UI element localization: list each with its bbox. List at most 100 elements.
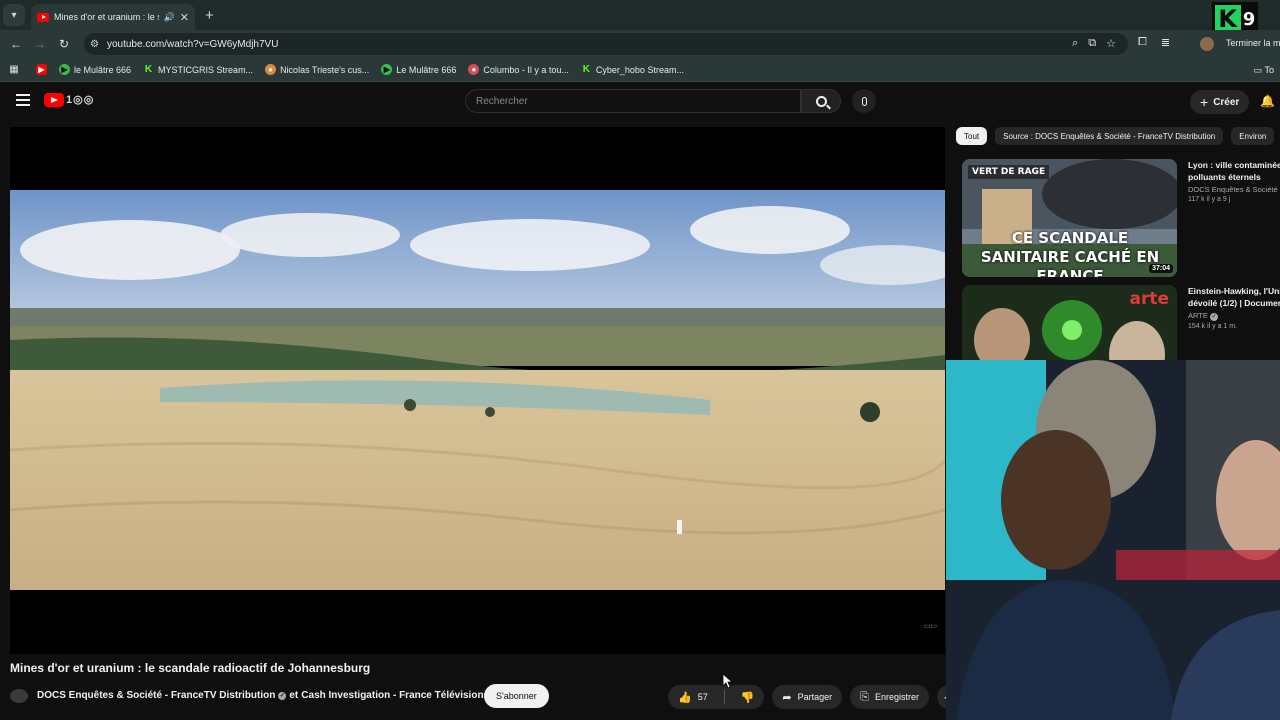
reload-icon[interactable]: ↻ <box>52 37 76 51</box>
save-button[interactable]: ⎘ Enregistrer <box>850 685 929 709</box>
recommendation-title-line2[interactable]: polluants éternels <box>1188 171 1280 183</box>
dislike-button[interactable]: 👎 <box>731 685 765 709</box>
verified-icon: ✓ <box>278 691 287 700</box>
recommendation-meta: Lyon : ville contaminée polluants éterne… <box>1188 159 1280 203</box>
channel-name: ARTE <box>1188 311 1208 320</box>
bookmark-label: Le Mulâtre 666 <box>396 64 457 75</box>
media-controls-icon[interactable]: ≣ <box>1161 36 1170 49</box>
bookmark-4[interactable]: ▶ Le Mulâtre 666 <box>381 64 456 75</box>
kick-icon: K <box>144 64 153 75</box>
filter-chips: Tout Source : DOCS Enquêtes & Société - … <box>956 127 1275 145</box>
chip-all[interactable]: Tout <box>956 127 988 145</box>
profile-avatar[interactable] <box>1200 37 1214 51</box>
chip-environ[interactable]: Environ <box>1231 127 1275 145</box>
subscribe-button[interactable]: S'abonner <box>484 684 549 708</box>
recommendation-1[interactable]: VERT DE RAGE CE SCANDALE SANITAIRE CACHÉ… <box>962 159 1280 277</box>
extensions-icon[interactable]: ⧠ <box>1138 36 1147 49</box>
video-watermark: ▭▭ <box>923 623 937 630</box>
recommendation-title-line2[interactable]: dévoilé (1/2) | Documen <box>1188 297 1280 309</box>
duration-badge: 37:04 <box>1149 264 1173 273</box>
landscape-image <box>10 190 945 590</box>
bookmark-2[interactable]: K MYSTICGRIS Stream... <box>143 64 253 75</box>
recommendation-title-line1[interactable]: Lyon : ville contaminée <box>1188 159 1280 171</box>
plus-icon: + <box>1200 94 1209 110</box>
youtube-logo-icon[interactable] <box>44 93 64 107</box>
browser-tab-active[interactable]: Mines d'or et uranium : le s 🔊 ✕ <box>31 4 195 30</box>
play-icon: ▶ <box>59 64 70 75</box>
bookmark-icon: ⎘ <box>860 690 869 703</box>
search-box <box>465 89 801 113</box>
youtube-icon: ▶ <box>36 64 47 75</box>
bookmark-1[interactable]: ▶ le Mulâtre 666 <box>59 64 131 75</box>
like-dislike-group: 👍 57 👎 <box>668 685 765 709</box>
notifications-bell-icon[interactable]: 🔔 <box>1260 94 1275 108</box>
bookmark-6[interactable]: K Cyber_hobo Stream... <box>581 64 684 75</box>
channel-avatar[interactable] <box>10 689 28 703</box>
recommendation-channel[interactable]: DOCS Enquêtes & Société - <box>1188 185 1280 194</box>
create-label: Créer <box>1213 96 1240 108</box>
like-button[interactable]: 👍 57 <box>668 685 718 709</box>
recommendation-channel[interactable]: ARTE ✓ <box>1188 311 1280 321</box>
logo-doodle[interactable]: 1◎◎ <box>66 93 94 106</box>
bookmark-star-icon[interactable]: ☆ <box>1106 37 1116 50</box>
thumbnail-tag: VERT DE RAGE <box>968 165 1050 179</box>
thumbs-down-icon: 👎 <box>740 691 755 704</box>
bookmark-folder[interactable]: ▭ To <box>1254 65 1274 76</box>
bookmarks-bar: ▦ ▶ ▶ le Mulâtre 666 K MYSTICGRIS Stream..… <box>0 58 1280 82</box>
recommendation-thumbnail[interactable]: VERT DE RAGE CE SCANDALE SANITAIRE CACHÉ… <box>962 159 1177 277</box>
browser-tab-strip: ▾ Mines d'or et uranium : le s 🔊 ✕ + <box>0 0 1280 30</box>
video-title: Mines d'or et uranium : le scandale radi… <box>10 661 371 675</box>
finish-update-button[interactable]: Terminer la m <box>1226 38 1280 48</box>
chip-source[interactable]: Source : DOCS Enquêtes & Société - Franc… <box>995 127 1224 145</box>
install-app-icon[interactable]: ⧉ <box>1088 37 1096 50</box>
channel-name-1[interactable]: DOCS Enquêtes & Société - FranceTV Distr… <box>37 690 275 701</box>
channel-names: DOCS Enquêtes & Société - FranceTV Distr… <box>37 690 501 701</box>
recommendation-stats: 117 k il y a 9 j <box>1188 196 1231 203</box>
search-input[interactable] <box>476 95 800 107</box>
like-divider <box>723 690 725 704</box>
recommendation-title-line1[interactable]: Einstein-Hawking, l'Univ <box>1188 285 1280 297</box>
thumbnail-caption: CE SCANDALE SANITAIRE CACHÉ EN FRANCE <box>980 229 1160 277</box>
tab-search-button[interactable]: ▾ <box>3 4 25 26</box>
bookmark-label: Nicolas Trieste's cus... <box>280 64 370 75</box>
address-bar[interactable]: ⚙ youtube.com/watch?v=GW6yMdjh7VU ⌕ ⧉ ☆ <box>84 33 1128 55</box>
bookmark-3[interactable]: ● Nicolas Trieste's cus... <box>265 64 369 75</box>
bookmark-0[interactable]: ▶ <box>36 64 47 75</box>
url-text: youtube.com/watch?v=GW6yMdjh7VU <box>106 38 279 50</box>
cursor-arrow-icon <box>722 673 734 689</box>
video-actions: 👍57 👎 ➦Partager ⎘Enregistrer ⋯ <box>668 685 961 709</box>
new-tab-button[interactable]: + <box>205 7 214 24</box>
folder-icon: ▭ <box>1253 65 1263 75</box>
arte-logo: arte <box>1129 289 1169 309</box>
search-icon <box>815 95 827 107</box>
channel-name-2[interactable]: Cash Investigation - France Télévisions <box>301 690 489 701</box>
verified-icon: ✓ <box>1209 313 1218 321</box>
menu-icon[interactable] <box>16 94 30 106</box>
channel-joiner: et <box>289 690 299 701</box>
chevron-down-icon: ▾ <box>11 9 17 21</box>
bookmark-label: Columbo - Il y a tou... <box>483 64 569 75</box>
share-icon: ➦ <box>782 691 792 704</box>
bookmark-5[interactable]: ● Columbo - Il y a tou... <box>468 64 569 75</box>
video-frame <box>10 190 945 590</box>
microphone-icon <box>861 96 867 106</box>
search-button[interactable] <box>801 89 841 113</box>
create-button[interactable]: + Créer <box>1190 90 1250 114</box>
webcam-overlay <box>946 360 1280 720</box>
bookmark-label: MYSTICGRIS Stream... <box>158 64 254 75</box>
zoom-icon[interactable]: ⌕ <box>1072 37 1078 50</box>
apps-grid-icon[interactable]: ▦ <box>0 64 28 75</box>
speaker-icon[interactable]: 🔊 <box>164 12 175 23</box>
site-settings-icon[interactable]: ⚙ <box>90 39 99 50</box>
share-button[interactable]: ➦ Partager <box>772 685 843 709</box>
back-arrow-icon[interactable]: ← <box>4 37 28 51</box>
thumbs-up-icon: 👍 <box>678 691 692 704</box>
recommendation-meta: Einstein-Hawking, l'Univ dévoilé (1/2) |… <box>1188 285 1280 330</box>
extension-icons: ⧠ ≣ <box>1138 36 1170 49</box>
forward-arrow-icon[interactable]: → <box>28 37 52 51</box>
voice-search-button[interactable] <box>852 89 876 113</box>
youtube-favicon-icon <box>37 12 49 22</box>
video-player[interactable]: ▭▭ <box>10 127 945 654</box>
overlay-logo-letter: K <box>1214 5 1241 33</box>
close-tab-icon[interactable]: ✕ <box>180 11 189 24</box>
